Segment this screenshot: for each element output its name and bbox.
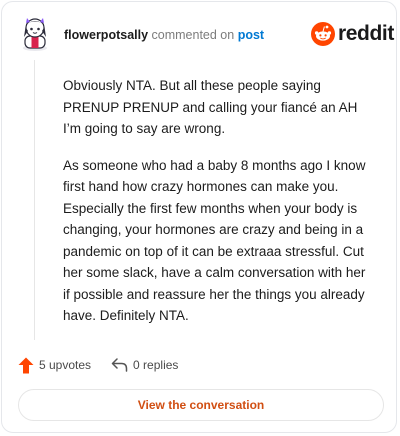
upvote-button[interactable]: 5 upvotes (18, 357, 91, 374)
reddit-snoo-icon (311, 22, 335, 46)
view-conversation-button[interactable]: View the conversation (18, 389, 384, 421)
reddit-logo[interactable]: reddit (311, 21, 394, 47)
comment-paragraph: As someone who had a baby 8 months ago I… (63, 157, 366, 324)
user-avatar[interactable] (18, 15, 52, 51)
commented-on-text: commented on (151, 28, 235, 42)
comment-paragraph: Obviously NTA. But all these people sayi… (63, 78, 358, 136)
comment-actions: 5 upvotes 0 replies (18, 356, 178, 374)
avatar-character-icon (23, 18, 47, 51)
reddit-wordmark: reddit (338, 22, 394, 45)
replies-count: 0 replies (133, 358, 179, 372)
post-link[interactable]: post (238, 28, 264, 42)
thread-line[interactable] (34, 60, 35, 340)
comment-body: Obviously NTA. But all these people sayi… (63, 75, 375, 342)
comment-header: flowerpotsally commented on post (64, 27, 264, 43)
upvote-arrow-icon (18, 357, 34, 374)
reply-arrow-icon (111, 358, 128, 372)
username-link[interactable]: flowerpotsally (64, 28, 148, 42)
upvotes-count: 5 upvotes (39, 358, 92, 372)
replies-button[interactable]: 0 replies (111, 358, 178, 372)
comment-card: flowerpotsally commented on post reddit … (1, 1, 397, 433)
